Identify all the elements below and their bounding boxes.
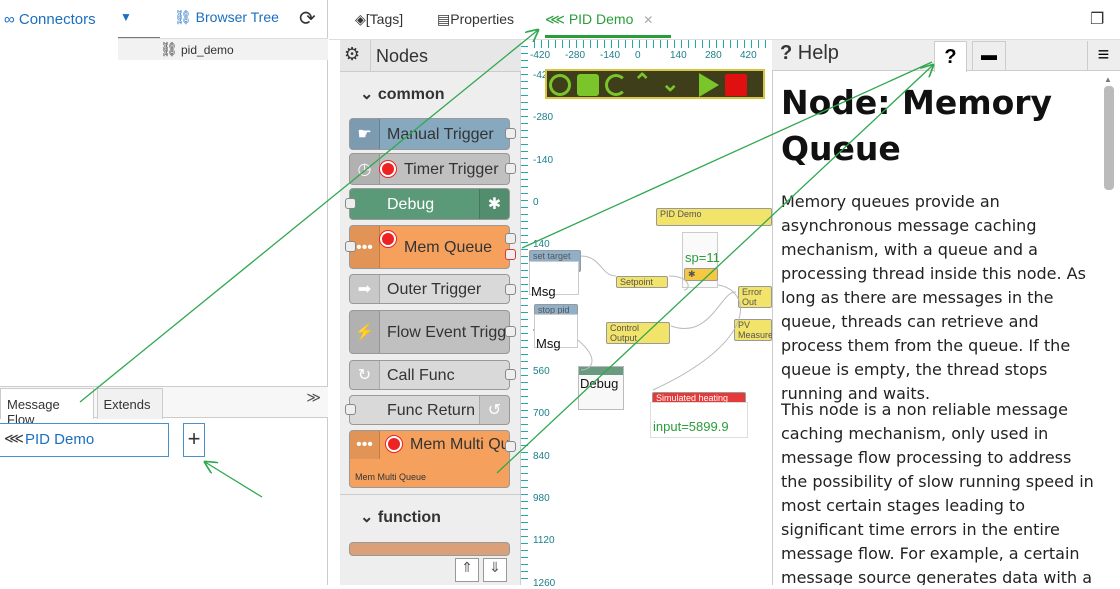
output-port[interactable] (505, 326, 516, 337)
tab-properties[interactable]: ▤Properties (437, 0, 514, 38)
chevron-down-icon: ⌄ (360, 509, 374, 526)
output-port[interactable] (505, 441, 516, 452)
chevron-down-icon: ⌄ (360, 86, 374, 103)
output-port[interactable] (505, 128, 516, 139)
share-icon: ⋘ (4, 430, 24, 446)
help-scrollbar[interactable] (1104, 86, 1114, 190)
sitemap-icon: ⛓ (174, 9, 192, 25)
palette-header: ⚙ Nodes (340, 40, 521, 72)
node-mem-queue[interactable]: ••• Mem Queue (349, 225, 510, 269)
scroll-down-button[interactable]: ⇓ (483, 558, 507, 582)
scroll-up-icon[interactable]: ▲ (1104, 75, 1112, 84)
input-port[interactable] (345, 241, 356, 252)
help-title: Node: Memory Queue (781, 83, 1053, 168)
wire (668, 275, 689, 291)
node-outer-trigger[interactable]: ➡ Outer Trigger (349, 274, 510, 304)
clock-icon: ◷ (350, 154, 380, 184)
wire (652, 284, 741, 391)
section-common[interactable]: ⌄ common (360, 84, 445, 104)
collapse-icon[interactable]: ≫ (306, 389, 321, 406)
window-icon[interactable]: ❐ (1090, 9, 1104, 29)
alert-icon (380, 231, 396, 247)
input-port[interactable] (345, 404, 356, 415)
node-timer-trigger[interactable]: ◷ Timer Trigger (349, 153, 510, 185)
question-icon: ? (780, 42, 793, 64)
bug-icon: ✱ (479, 189, 509, 219)
help-paragraph: Memory queues provide an asynchronous me… (781, 192, 1086, 403)
error-port[interactable] (505, 249, 516, 260)
node-flow-event-trigger[interactable]: ⚡ Flow Event Trigg (349, 310, 510, 354)
output-port[interactable] (505, 233, 516, 244)
help-header: ? Help ? ▬ ≡ (772, 40, 1120, 72)
wire (580, 255, 617, 277)
book-icon[interactable]: ▬ (972, 41, 1006, 71)
scroll-up-button[interactable]: ⇑ (455, 558, 479, 582)
section-function[interactable]: ⌄ function (360, 507, 441, 527)
help-paragraph: This node is a non reliable message cach… (781, 400, 1094, 585)
node-call-func[interactable]: ↻ Call Func (349, 360, 510, 390)
chevron-down-icon[interactable]: ▼ (120, 10, 132, 24)
wire (577, 339, 593, 371)
close-icon[interactable]: ✕ (643, 13, 653, 27)
tag-icon: ◈ (355, 11, 366, 27)
tab-tags[interactable]: ◈[Tags] (355, 0, 403, 38)
lightning-icon: ⚡ (350, 311, 380, 353)
add-flow-button[interactable]: + (183, 423, 205, 457)
output-port[interactable] (505, 163, 516, 174)
output-port[interactable] (505, 284, 516, 295)
flow-list-item[interactable]: ⋘ PID Demo (0, 423, 169, 457)
output-port[interactable] (505, 369, 516, 380)
alert-icon (380, 161, 396, 177)
left-panel: ∞ Connectors ▼ ⛓ Browser Tree ⟳ (0, 0, 328, 585)
connectors-link[interactable]: ∞ Connectors (4, 11, 96, 28)
browser-tree-link[interactable]: ⛓ Browser Tree (174, 9, 279, 26)
call-icon: ↻ (350, 361, 380, 389)
alert-icon (386, 436, 402, 452)
node-debug[interactable]: Debug ✱ (349, 188, 510, 220)
wire-layer (577, 255, 741, 391)
help-tab[interactable]: ? Help (780, 42, 839, 65)
menu-icon[interactable]: ≡ (1087, 41, 1119, 71)
more-icon: ••• (350, 431, 380, 459)
help-question-tab[interactable]: ? (934, 41, 967, 72)
share-icon: ⋘ (545, 11, 565, 27)
tab-message-flow[interactable]: Message Flow (0, 388, 94, 427)
tab-extends[interactable]: Extends (97, 388, 163, 419)
hand-icon: ☛ (350, 119, 380, 149)
wire (670, 291, 737, 329)
input-port[interactable] (345, 198, 356, 209)
sitemap-icon: ⛓ (160, 41, 178, 57)
list-icon: ▤ (437, 11, 451, 27)
link-icon: ∞ (4, 11, 15, 28)
tree-item-pid-demo[interactable]: ⛓ pid_demo (118, 38, 328, 60)
node-partial[interactable] (349, 542, 510, 556)
gear-icon[interactable]: ⚙ (344, 44, 360, 65)
tab-pid-demo[interactable]: ⋘ PID Demo ✕ (545, 0, 671, 38)
node-manual-trigger[interactable]: ☛ Manual Trigger (349, 118, 510, 150)
node-func-return[interactable]: Func Return ↺ (349, 395, 510, 425)
arrow-right-icon: ➡ (350, 275, 380, 303)
refresh-icon[interactable]: ⟳ (299, 6, 316, 31)
return-icon: ↺ (479, 396, 509, 424)
node-mem-multi-queue[interactable]: ••• Mem Multi Qu Mem Multi Queue (349, 430, 510, 488)
